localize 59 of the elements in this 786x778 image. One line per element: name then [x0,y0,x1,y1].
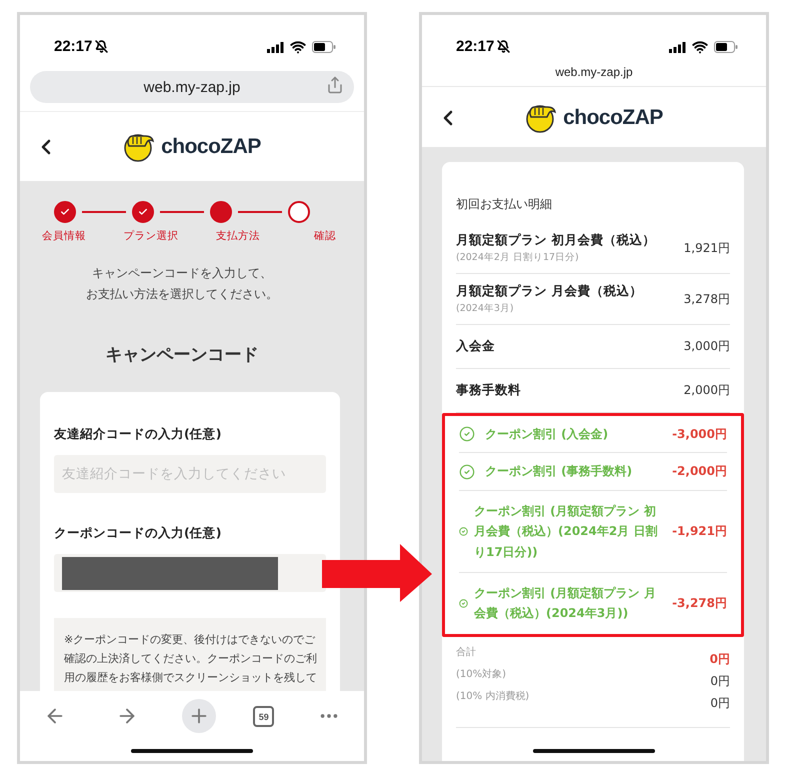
item-amount: 3,000円 [684,338,730,355]
plus-icon[interactable] [182,699,216,733]
url-text: web.my-zap.jp [555,64,633,78]
signal-icon [267,42,284,52]
item-label: 事務手数料 [456,382,521,399]
wifi-icon [290,39,306,55]
item-label: 月額定額プラン 月会費（税込） [456,283,642,300]
logo-wordmark: chocoZAP [563,106,663,130]
field-label: 友達紹介コードの入力(任意) [54,426,222,443]
tab-count-button[interactable]: 59 [253,706,274,727]
total-amount: 0円 [710,650,730,668]
section-title: 初回お支払い明細 [456,196,553,213]
item-label: 入会金 [456,338,495,355]
check-icon [138,207,148,217]
battery-icon [714,41,738,53]
step-label: プラン選択 [122,229,180,243]
notice-text: 用の履歴をお客様側でスクリーンショットを残して [64,670,316,685]
notice-text: ※クーポンコードの変更、後付けはできないのでご [64,632,316,647]
logo-wordmark: chocoZAP [161,134,261,158]
signal-icon [669,42,686,52]
share-icon[interactable] [326,76,344,94]
item-amount: 1,921円 [684,240,730,256]
notice-text: 確認の上決済してください。クーポンコードのご利 [64,651,316,666]
url-text: web.my-zap.jp [144,78,240,96]
step-label: 支払方法 [215,229,261,243]
item-note: (2024年3月) [456,302,515,315]
discount-label: クーポン割引 (月額定額プラン 月会費（税込）(2024年3月)) [474,584,657,622]
arrow-icon [322,544,432,602]
clock-time: 22:17 [456,38,494,55]
total-amount: 0円 [710,694,730,712]
item-amount: 3,278円 [684,290,730,308]
total-label: (10% 内消費税) [456,690,530,703]
discount-amount: -2,000円 [672,463,727,480]
item-note: (2024年2月 日割り17日分) [456,251,580,264]
discount-amount: -1,921円 [672,522,727,540]
discount-label: クーポン割引 (月額定額プラン 初月会費（税込）(2024年2月 日割り17日分)) [474,502,658,561]
total-amount: 0円 [710,672,730,690]
discount-label: クーポン割引 (事務手数料) [485,463,632,480]
instruction-text: キャンペーンコードを入力して、 [92,265,272,282]
wifi-icon [692,39,708,55]
discount-amount: -3,278円 [672,594,727,612]
discount-amount: -3,000円 [672,426,727,443]
item-amount: 2,000円 [684,382,730,399]
section-heading: キャンペーンコード [104,344,260,366]
muted-bell-icon [497,40,510,53]
address-bar[interactable]: web.my-zap.jp [30,71,354,103]
field-label: クーポンコードの入力(任意) [54,525,222,542]
muted-bell-icon [95,40,108,53]
battery-icon [312,41,336,53]
step-label: 確認 [313,229,337,243]
instruction-text: お支払い方法を選択してください。 [86,286,278,303]
total-label: (10%対象) [456,668,506,681]
item-label: 月額定額プラン 初月会費（税込） [456,232,656,249]
discount-label: クーポン割引 (入会金) [485,426,608,443]
clock-time: 22:17 [54,38,92,55]
step-label: 会員情報 [41,229,87,243]
total-label: 合計 [456,646,476,659]
check-icon [60,207,70,217]
input-field[interactable] [54,554,326,592]
